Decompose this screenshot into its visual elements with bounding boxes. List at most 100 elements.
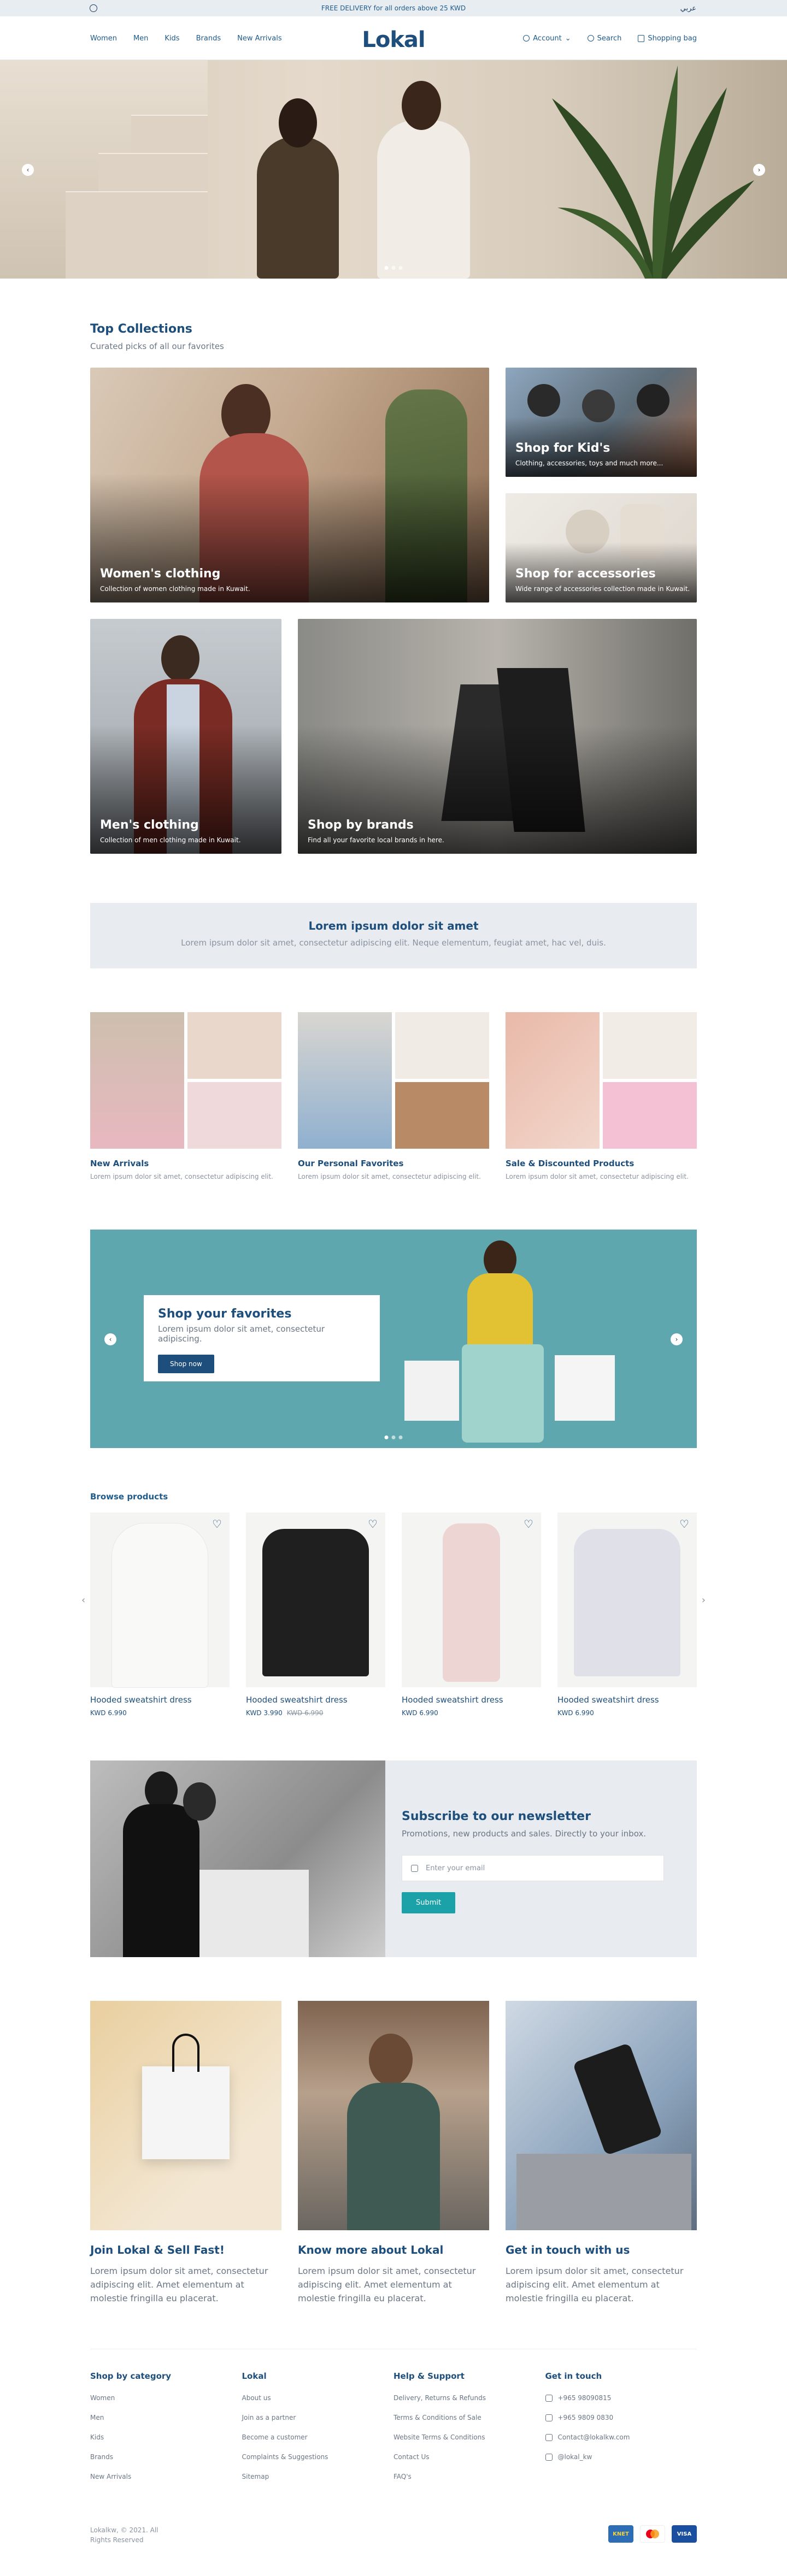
favorites-slider: Shop your favorites Lorem ipsum dolor si… (90, 1230, 697, 1448)
footer-link[interactable]: Become a customer (242, 2433, 394, 2441)
account-menu[interactable]: Account ⌄ (523, 34, 571, 43)
collection-card-accessories[interactable]: Shop for accessories Wide range of access… (506, 493, 697, 602)
hero-next-button[interactable]: › (753, 164, 765, 176)
phone-icon (545, 2394, 553, 2402)
slider-dot[interactable] (391, 1435, 396, 1439)
tile-new-arrivals[interactable]: New Arrivals Lorem ipsum dolor sit amet,… (90, 1012, 281, 1180)
slider-bag-right (555, 1355, 615, 1421)
collection-title: Shop for accessories (515, 567, 656, 581)
search-button[interactable]: Search (587, 34, 621, 43)
newsletter-section: Subscribe to our newsletter Promotions, … (90, 1760, 697, 1957)
footer-link[interactable]: Brands (90, 2453, 242, 2461)
product-carousel: ‹ ♡ Hooded sweatshirt dress KWD 6.990 ♡ … (81, 1512, 706, 1717)
nav-brands[interactable]: Brands (196, 34, 221, 43)
collection-card-men[interactable]: Men's clothing Collection of men clothing… (90, 619, 281, 854)
footer-link[interactable]: Complaints & Suggestions (242, 2453, 394, 2461)
footer-link[interactable]: Join as a partner (242, 2414, 394, 2421)
footer-link[interactable]: Men (90, 2414, 242, 2421)
footer-link[interactable]: About us (242, 2394, 394, 2402)
chevron-down-icon: ⌄ (565, 34, 571, 43)
info-cards: Join Lokal & Sell Fast! Lorem ipsum dolo… (90, 2001, 697, 2305)
collection-title: Shop by brands (308, 818, 414, 832)
lokal-logo[interactable]: Lokal (362, 27, 425, 52)
footer-link[interactable]: Contact Us (393, 2453, 545, 2461)
footer-link[interactable]: FAQ's (393, 2473, 545, 2480)
copyright-text: Lokalkw, © 2021. All Rights Reserved (90, 2526, 158, 2544)
wishlist-heart-icon[interactable]: ♡ (679, 1519, 690, 1529)
slider-card: Shop your favorites Lorem ipsum dolor si… (144, 1295, 380, 1381)
footer-link[interactable]: New Arrivals (90, 2473, 242, 2480)
collection-card-women[interactable]: Women's clothing Collection of women clot… (90, 368, 489, 602)
slider-model-pants (462, 1344, 544, 1443)
product-card[interactable]: ♡ Hooded sweatshirt dress KWD 6.990 (557, 1512, 697, 1717)
collection-desc: Wide range of accessories collection mad… (515, 585, 690, 593)
slider-dot[interactable] (398, 1435, 403, 1439)
products-prev-arrow[interactable]: ‹ (81, 1594, 85, 1606)
tile-text: Lorem ipsum dolor sit amet, consectetur … (90, 1173, 273, 1180)
hero-model-2-head (402, 81, 441, 130)
phone-link[interactable]: +965 98090815 (545, 2394, 697, 2402)
top-collections-title: Top Collections (90, 322, 192, 336)
collection-card-brands[interactable]: Shop by brands Find all your favorite loc… (298, 619, 697, 854)
slider-dot[interactable] (384, 1435, 389, 1439)
product-card[interactable]: ♡ Hooded sweatshirt dress KWD 3.990 KWD 6… (246, 1512, 385, 1717)
instagram-handle: @lokal_kw (557, 2453, 592, 2461)
info-card-about[interactable]: Know more about Lokal Lorem ipsum dolor … (298, 2001, 489, 2305)
wishlist-heart-icon[interactable]: ♡ (368, 1519, 379, 1529)
hero-dot[interactable] (398, 266, 403, 270)
browse-products-title: Browse products (90, 1492, 168, 1502)
slider-next-button[interactable]: › (671, 1333, 683, 1345)
tile-personal-favorites[interactable]: Our Personal Favorites Lorem ipsum dolor… (298, 1012, 489, 1180)
language-switch[interactable]: عربي (680, 4, 696, 13)
chevron-right-icon: › (757, 166, 761, 174)
email-link[interactable]: Contact@lokalkw.com (545, 2433, 697, 2441)
product-card[interactable]: ♡ Hooded sweatshirt dress KWD 6.990 (402, 1512, 541, 1717)
product-name: Hooded sweatshirt dress (557, 1695, 659, 1705)
hero-dot[interactable] (384, 266, 389, 270)
shop-now-button[interactable]: Shop now (158, 1355, 214, 1373)
instagram-link[interactable]: @lokal_kw (545, 2453, 697, 2461)
main-nav: Women Men Kids Brands New Arrivals (90, 34, 282, 43)
wishlist-heart-icon[interactable]: ♡ (212, 1519, 223, 1529)
phone-link[interactable]: +965 9809 0830 (545, 2414, 697, 2421)
submit-button[interactable]: Submit (402, 1892, 456, 1913)
footer-link[interactable]: Sitemap (242, 2473, 394, 2480)
footer-link[interactable]: Kids (90, 2433, 242, 2441)
footer-link[interactable]: Delivery, Returns & Refunds (393, 2394, 545, 2402)
slider-title: Shop your favorites (158, 1307, 292, 1321)
footer-link[interactable]: Terms & Conditions of Sale (393, 2414, 545, 2421)
products-next-arrow[interactable]: › (702, 1594, 706, 1606)
email-field[interactable]: Enter your email (402, 1855, 664, 1881)
info-title: Join Lokal & Sell Fast! (90, 2243, 225, 2256)
footer-link[interactable]: Website Terms & Conditions (393, 2433, 545, 2441)
hero-prev-button[interactable]: ‹ (22, 164, 34, 176)
tile-title: Our Personal Favorites (298, 1159, 404, 1168)
globe-icon[interactable] (90, 4, 97, 12)
info-text: Lorem ipsum dolor sit amet, consectetur … (506, 2266, 684, 2303)
collection-card-kids[interactable]: Shop for Kid's Clothing, accessories, toy… (506, 368, 697, 477)
nav-kids[interactable]: Kids (165, 34, 179, 43)
info-card-join[interactable]: Join Lokal & Sell Fast! Lorem ipsum dolo… (90, 2001, 281, 2305)
tile-sale[interactable]: Sale & Discounted Products Lorem ipsum d… (506, 1012, 697, 1180)
footer-link[interactable]: Women (90, 2394, 242, 2402)
slider-prev-button[interactable]: ‹ (104, 1333, 116, 1345)
wishlist-heart-icon[interactable]: ♡ (524, 1519, 535, 1529)
product-name: Hooded sweatshirt dress (90, 1695, 192, 1705)
site-header: Women Men Kids Brands New Arrivals Lokal… (0, 16, 787, 60)
free-delivery-text: FREE DELIVERY for all orders above 25 KW… (321, 4, 466, 12)
nav-new-arrivals[interactable]: New Arrivals (237, 34, 282, 43)
nav-women[interactable]: Women (90, 34, 117, 43)
hero-dot[interactable] (391, 266, 396, 270)
product-card[interactable]: ♡ Hooded sweatshirt dress KWD 6.990 (90, 1512, 230, 1717)
shopping-bag-button[interactable]: Shopping bag (638, 34, 697, 43)
collections-grid: Women's clothing Collection of women clot… (90, 368, 697, 859)
info-card-contact[interactable]: Get in touch with us Lorem ipsum dolor s… (506, 2001, 697, 2305)
bag-label: Shopping bag (648, 34, 697, 43)
newsletter-title: Subscribe to our newsletter (402, 1810, 591, 1823)
product-price: KWD 6.990 (402, 1709, 438, 1717)
collection-desc: Collection of women clothing made in Kuw… (100, 585, 250, 593)
plant-image (552, 66, 754, 279)
hero-model-1-head (279, 98, 317, 147)
nav-men[interactable]: Men (133, 34, 148, 43)
footer-col-category: Shop by category Women Men Kids Brands N… (90, 2371, 242, 2492)
